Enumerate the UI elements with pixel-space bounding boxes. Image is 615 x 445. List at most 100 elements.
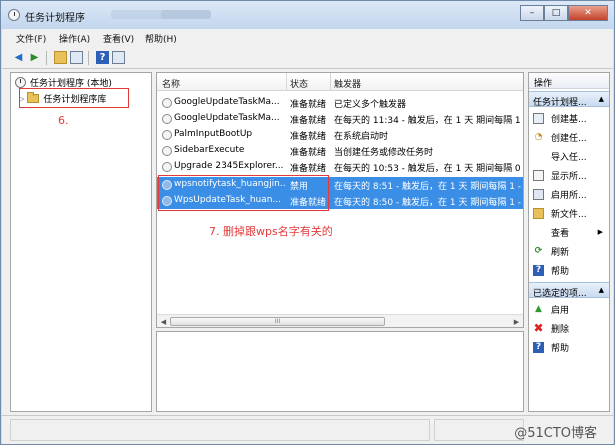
task-trigger: 在每天的 8:51 - 触发后，在 1 天 期间每隔 1 -: [334, 182, 522, 192]
menu-bar: 文件(F) 操作(A) 查看(V) 帮助(H): [2, 29, 613, 47]
toolbar-separator: [46, 51, 47, 65]
blurred-title-area: [161, 10, 211, 19]
table-row[interactable]: SidebarExecute 准备就绪 当创建任务或修改任务时: [157, 143, 523, 159]
action-import-task[interactable]: 导入任...: [533, 148, 609, 164]
task-trigger: 在每天的 8:50 - 触发后，在 1 天 期间每隔 1 -: [334, 198, 522, 208]
minimize-button[interactable]: –: [520, 5, 544, 21]
action-create-basic-task[interactable]: 创建基...: [533, 110, 609, 126]
forward-arrow-icon[interactable]: ▶: [28, 51, 41, 64]
task-list: 名称 状态 触发器 GoogleUpdateTaskMa... 准备就绪 已定义…: [156, 72, 524, 328]
maximize-button[interactable]: □: [544, 5, 568, 21]
show-hide-action-pane-icon[interactable]: [112, 51, 125, 64]
scroll-left-icon[interactable]: ◀: [158, 316, 169, 327]
help-icon: ?: [533, 264, 544, 276]
status-bar: @51CTO博客: [2, 415, 613, 444]
action-help-selected[interactable]: ? 帮助: [533, 339, 609, 355]
horizontal-scrollbar[interactable]: ◀ III ▶: [157, 314, 523, 327]
enable-history-icon: [533, 188, 544, 200]
task-name: GoogleUpdateTaskMa...: [174, 113, 280, 123]
actions-section-scheduler[interactable]: 任务计划程... ▲: [529, 91, 609, 108]
actions-pane: 操作 任务计划程... ▲ 创建基... ◔ 创建任... 导入任... 显示所…: [528, 72, 610, 412]
enable-icon: ▲: [535, 304, 542, 314]
actions-section-selected-item[interactable]: 已选定的项... ▲: [529, 282, 609, 299]
action-refresh[interactable]: ⟳ 刷新: [533, 243, 609, 259]
action-label: 启用所...: [551, 190, 587, 201]
action-new-folder[interactable]: 新文件...: [533, 205, 609, 221]
scroll-right-icon[interactable]: ▶: [511, 316, 522, 327]
toolbar-separator: [88, 51, 89, 65]
collapse-arrow-icon[interactable]: ▲: [599, 95, 604, 103]
task-clock-icon: [162, 98, 172, 108]
task-clock-icon: [162, 130, 172, 140]
annotation-step-6: 6.: [58, 114, 69, 127]
action-help[interactable]: ? 帮助: [533, 262, 609, 278]
list-header: 名称 状态 触发器: [157, 73, 523, 91]
up-folder-icon[interactable]: [54, 51, 67, 64]
task-scheduler-window: 任务计划程序 – □ ✕ 文件(F) 操作(A) 查看(V) 帮助(H) ◀ ▶…: [0, 0, 615, 445]
display-running-tasks-icon: [533, 169, 544, 181]
task-status: 准备就绪: [290, 164, 327, 174]
view-icon: [533, 227, 544, 238]
status-panel: [10, 419, 430, 441]
toolbar: ◀ ▶ ?: [2, 47, 613, 69]
task-trigger: 在系统启动时: [334, 132, 389, 142]
highlight-box: [158, 175, 329, 211]
action-display-running[interactable]: 显示所...: [533, 167, 609, 183]
task-trigger: 已定义多个触发器: [334, 100, 407, 110]
refresh-icon: ⟳: [534, 246, 543, 256]
section-label: 已选定的项...: [533, 289, 587, 299]
task-status: 准备就绪: [290, 116, 327, 126]
action-label: 删除: [551, 324, 570, 335]
collapse-arrow-icon[interactable]: ▲: [599, 286, 604, 294]
task-status: 准备就绪: [290, 132, 327, 142]
task-clock-icon: [162, 162, 172, 172]
task-status: 准备就绪: [290, 100, 327, 110]
annotation-step-7: 7. 删掉跟wps名字有关的: [209, 225, 333, 238]
highlight-box: [19, 88, 129, 108]
action-enable-history[interactable]: 启用所...: [533, 186, 609, 202]
task-trigger: 在每天的 10:53 - 触发后，在 1 天 期间每隔 0: [334, 164, 521, 174]
table-row[interactable]: PalmInputBootUp 准备就绪 在系统启动时: [157, 127, 523, 143]
scroll-thumb[interactable]: III: [170, 317, 385, 326]
task-clock-icon: [162, 146, 172, 156]
action-create-task[interactable]: ◔ 创建任...: [533, 129, 609, 145]
column-header-name[interactable]: 名称: [162, 77, 180, 90]
create-basic-task-icon: [533, 112, 544, 124]
column-header-status[interactable]: 状态: [290, 77, 308, 90]
section-label: 任务计划程...: [533, 98, 587, 108]
action-label: 帮助: [551, 266, 570, 277]
action-label: 导入任...: [551, 152, 587, 163]
submenu-arrow-icon: ▶: [597, 228, 603, 236]
menu-action[interactable]: 操作(A): [59, 32, 90, 45]
delete-icon: ✖: [533, 321, 544, 335]
back-arrow-icon[interactable]: ◀: [12, 51, 25, 64]
actions-pane-title: 操作: [529, 73, 609, 89]
menu-file[interactable]: 文件(F): [16, 32, 46, 45]
watermark: @51CTO博客: [514, 426, 597, 441]
task-name: PalmInputBootUp: [174, 129, 253, 139]
column-header-trigger[interactable]: 触发器: [334, 77, 361, 90]
window-title: 任务计划程序: [25, 13, 85, 24]
task-detail-pane: [156, 331, 524, 412]
action-enable[interactable]: ▲ 启用: [533, 301, 609, 317]
task-name: SidebarExecute: [174, 145, 245, 155]
task-trigger: 在每天的 11:34 - 触发后，在 1 天 期间每隔 1: [334, 116, 521, 126]
table-row[interactable]: GoogleUpdateTaskMa... 准备就绪 在每天的 11:34 - …: [157, 111, 523, 127]
close-button[interactable]: ✕: [568, 5, 608, 21]
window-controls: – □ ✕: [520, 5, 608, 21]
task-trigger: 当创建任务或修改任务时: [334, 148, 434, 158]
help-icon[interactable]: ?: [96, 51, 109, 64]
action-delete[interactable]: ✖ 删除: [533, 320, 609, 336]
show-hide-tree-icon[interactable]: [70, 51, 83, 64]
action-label: 启用: [551, 305, 570, 316]
column-separator[interactable]: [286, 73, 287, 91]
menu-view[interactable]: 查看(V): [103, 32, 134, 45]
menu-help[interactable]: 帮助(H): [145, 32, 177, 45]
status-panel: [434, 419, 524, 441]
column-separator[interactable]: [330, 73, 331, 91]
navigation-tree: 任务计划程序 (本地) ▷ 任务计划程序库 6.: [10, 72, 152, 412]
table-row[interactable]: Upgrade 2345Explorer... 准备就绪 在每天的 10:53 …: [157, 159, 523, 175]
action-view[interactable]: 查看 ▶: [533, 224, 609, 240]
task-name: Upgrade 2345Explorer...: [174, 161, 284, 171]
table-row[interactable]: GoogleUpdateTaskMa... 准备就绪 已定义多个触发器: [157, 95, 523, 111]
